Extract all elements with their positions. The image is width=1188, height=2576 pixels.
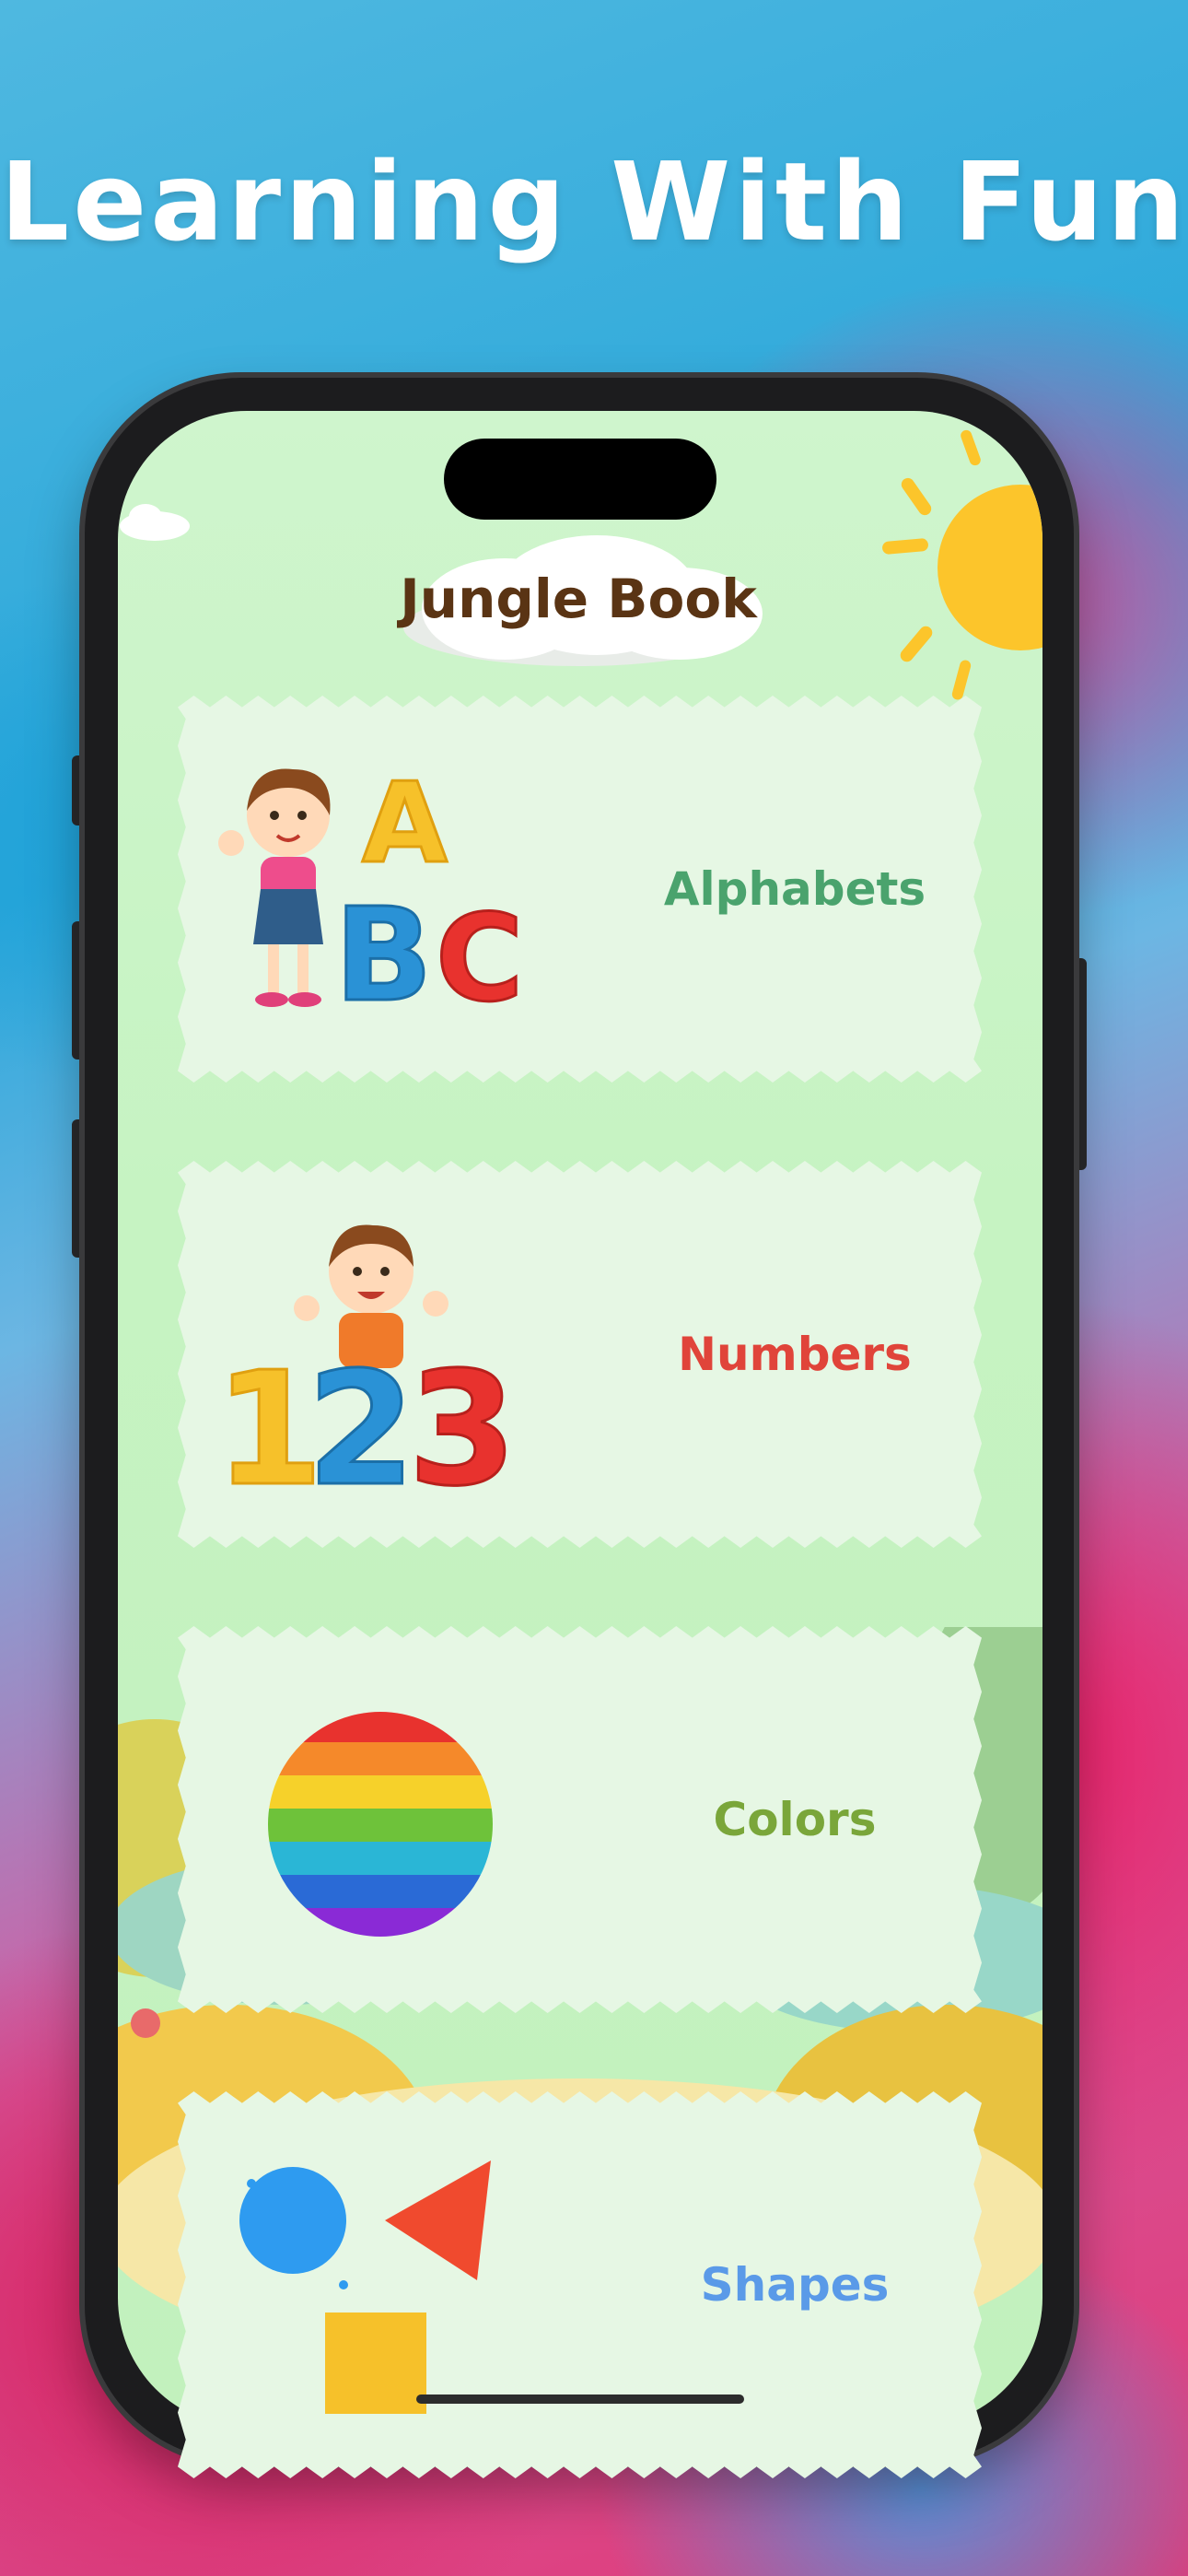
phone-volume-down-button xyxy=(72,1119,85,1258)
home-indicator[interactable] xyxy=(416,2395,744,2404)
card-numbers[interactable]: 1 2 3 Numbers xyxy=(178,1161,982,1548)
digit-2-glyph: 2 xyxy=(307,1339,415,1511)
digit-3-glyph: 3 xyxy=(408,1339,517,1511)
sun-decoration xyxy=(882,429,1042,700)
phone-action-button xyxy=(72,755,85,825)
card-shapes[interactable]: Shapes xyxy=(178,2091,982,2478)
card-label-alphabets: Alphabets xyxy=(663,862,926,916)
boy-123-illustration: 1 2 3 xyxy=(215,1224,518,1511)
card-alphabets[interactable]: A B C Alphabets xyxy=(178,696,982,1083)
app-title: Jungle Book xyxy=(400,568,757,630)
girl-abc-illustration: A B C xyxy=(218,759,525,1033)
card-label-shapes: Shapes xyxy=(700,2258,890,2312)
phone-volume-up-button xyxy=(72,921,85,1060)
card-colors[interactable]: Colors xyxy=(178,1626,982,2013)
card-label-numbers: Numbers xyxy=(678,1328,912,1381)
marketing-headline: Learning With Fun xyxy=(0,138,1188,265)
phone-power-button xyxy=(1074,958,1087,1170)
letter-b-glyph: B xyxy=(334,881,433,1031)
letter-c-glyph: C xyxy=(436,888,523,1028)
letter-a-glyph: A xyxy=(362,760,448,888)
cloud-decoration xyxy=(120,504,190,541)
dynamic-island xyxy=(444,439,716,520)
card-label-colors: Colors xyxy=(713,1793,877,1846)
rainbow-circle-illustration xyxy=(268,1712,493,1937)
